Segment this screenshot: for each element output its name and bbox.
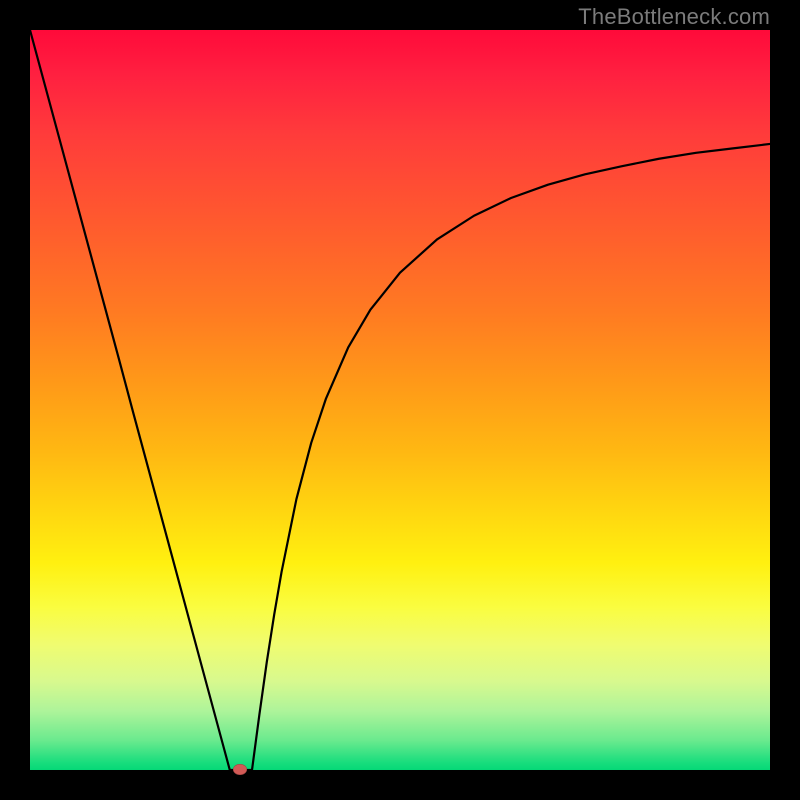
watermark-text: TheBottleneck.com [578, 4, 770, 30]
bottleneck-curve [30, 30, 770, 770]
chart-frame: TheBottleneck.com [0, 0, 800, 800]
plot-area [30, 30, 770, 770]
minimum-marker [233, 764, 247, 775]
